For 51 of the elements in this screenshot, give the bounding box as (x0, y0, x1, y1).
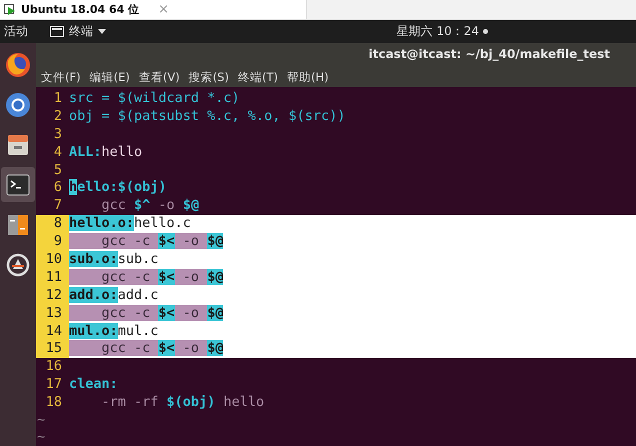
caret-icon (98, 29, 106, 34)
vm-tab[interactable]: Ubuntu 18.04 64 位 × (0, 0, 307, 19)
line-number: 2 (52, 108, 63, 126)
drawer-icon (6, 132, 30, 156)
menu-item[interactable]: 终端(T) (238, 70, 278, 85)
line-number: 6 (52, 179, 63, 198)
line-number: 11 (36, 268, 69, 287)
menu-item[interactable]: 搜索(S) (188, 70, 229, 85)
clock[interactable]: 星期六 10：24 (396, 23, 479, 40)
app-menu-label: 终端 (69, 23, 93, 40)
terminal-icon (6, 174, 30, 196)
code-line: ALL:hello (69, 144, 144, 162)
line-number: 1 (52, 90, 63, 108)
line-number: 16 (44, 358, 63, 376)
line-number: 3 (52, 126, 63, 144)
code-line: -rm -rf $(obj) hello (100, 394, 266, 412)
line-number: 5 (52, 162, 63, 180)
update-icon (6, 252, 30, 276)
code-line: clean: (69, 376, 119, 394)
dock-item[interactable] (1, 167, 35, 202)
empty-line-marker: ~ (36, 429, 46, 446)
code-line: hello:$(obj) (69, 179, 168, 198)
vm-play-icon (4, 4, 16, 16)
globe-icon (5, 92, 31, 118)
line-number: 12 (36, 286, 69, 305)
line-number: 4 (52, 144, 63, 162)
code-line: src = $(wildcard *.c) (69, 90, 241, 108)
code-line: obj = $(patsubst %.c, %.o, $(src)) (69, 108, 346, 126)
line-number: 10 (36, 250, 69, 269)
line-number: 8 (36, 215, 69, 234)
window-title: itcast@itcast: ~/bj_40/makefile_test (368, 47, 610, 61)
empty-line-marker: ~ (36, 412, 46, 429)
line-number: 13 (36, 304, 69, 323)
activities-button[interactable]: 活动 (0, 23, 36, 40)
terminal-icon (50, 26, 64, 37)
line-number: 18 (44, 394, 63, 412)
line-number: 14 (36, 322, 69, 340)
menu-item[interactable]: 帮助(H) (286, 70, 329, 85)
panel-icon (6, 212, 30, 236)
status-dot-icon (483, 29, 488, 34)
app-menu[interactable]: 终端 (50, 23, 106, 40)
line-number: 7 (52, 197, 63, 216)
menu-item[interactable]: 查看(V) (138, 70, 180, 85)
menu-item[interactable]: 编辑(E) (90, 70, 130, 85)
line-number: 17 (44, 376, 63, 394)
fox-globe-icon (5, 52, 31, 78)
menu-item[interactable]: 文件(F) (41, 70, 81, 85)
line-number: 15 (36, 340, 69, 358)
vm-tab-title: Ubuntu 18.04 64 位 (21, 2, 140, 17)
code-line: gcc $^ -o $@ (100, 197, 200, 216)
line-number: 9 (36, 233, 69, 251)
